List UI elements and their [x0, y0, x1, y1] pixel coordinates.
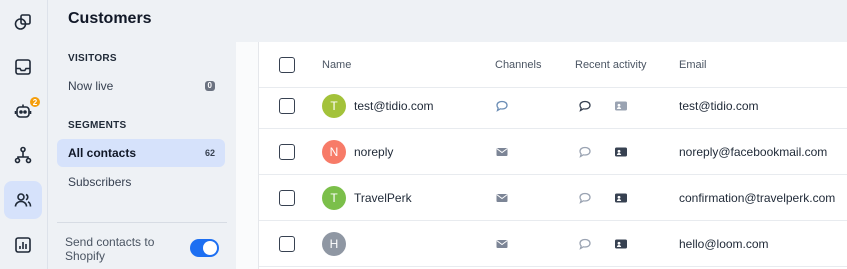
avatar: T — [322, 186, 346, 210]
flows-icon — [14, 146, 32, 164]
contact-name: TravelPerk — [354, 191, 412, 205]
notification-badge: 2 — [29, 96, 41, 108]
table-row[interactable]: T test@tidio.com test@tidio.com — [259, 83, 847, 129]
contact-email: confirmation@travelperk.com — [679, 191, 836, 205]
sidebar-item-now-live[interactable]: Now live 0 — [57, 72, 225, 100]
chat-icon — [579, 100, 591, 112]
visitors-section-label: VISITORS — [68, 53, 117, 64]
mail-icon — [496, 148, 508, 156]
page-title: Customers — [68, 10, 152, 27]
contact-email: test@tidio.com — [679, 99, 759, 113]
select-all-checkbox[interactable] — [279, 57, 295, 73]
rail-analytics-button[interactable] — [4, 226, 42, 264]
inbox-icon — [15, 59, 31, 75]
all-contacts-count: 62 — [204, 148, 215, 158]
row-checkbox[interactable] — [279, 144, 295, 160]
contacts-table: Name Channels Recent activity Email T te… — [258, 42, 847, 269]
icon-rail: 2 — [0, 0, 48, 269]
analytics-icon — [15, 237, 31, 253]
contact-card-icon — [615, 239, 627, 249]
sidebar-item-label: All contacts — [68, 146, 137, 160]
column-header-email[interactable]: Email — [679, 42, 707, 88]
table-row[interactable]: T TravelPerk confirmation@travelperk.com — [259, 175, 847, 221]
contact-card-icon — [615, 193, 627, 203]
sidebar-item-subscribers[interactable]: Subscribers — [57, 168, 225, 196]
segments-section-label: SEGMENTS — [68, 120, 127, 131]
chat-icon — [496, 100, 508, 112]
mail-icon — [496, 194, 508, 202]
column-header-channels[interactable]: Channels — [495, 42, 541, 88]
table-row[interactable]: N noreply noreply@facebookmail.com — [259, 129, 847, 175]
contact-email: hello@loom.com — [679, 237, 769, 251]
chat-icon — [579, 146, 591, 158]
mail-icon — [496, 240, 508, 248]
avatar: N — [322, 140, 346, 164]
now-live-count: 0 — [204, 81, 215, 91]
row-checkbox[interactable] — [279, 236, 295, 252]
row-checkbox[interactable] — [279, 98, 295, 114]
chat-icon — [579, 238, 591, 250]
table-row[interactable]: H hello@loom.com — [259, 221, 847, 267]
contact-email: noreply@facebookmail.com — [679, 145, 828, 159]
contact-card-icon — [615, 101, 627, 111]
sidebar-item-label: Now live — [68, 79, 114, 93]
sidebar: Customers VISITORS Now live 0 SEGMENTS A… — [49, 0, 236, 269]
rail-bot-button[interactable]: 2 — [4, 92, 42, 130]
rail-flows-button[interactable] — [4, 136, 42, 174]
column-header-name[interactable]: Name — [322, 42, 351, 88]
avatar: T — [322, 94, 346, 118]
shopify-sync-label: Send contacts to Shopify — [65, 235, 155, 263]
chat-icon — [579, 192, 591, 204]
sidebar-item-all-contacts[interactable]: All contacts 62 — [57, 139, 225, 167]
contacts-icon — [14, 193, 32, 207]
column-header-recent-activity[interactable]: Recent activity — [575, 42, 647, 88]
row-checkbox[interactable] — [279, 190, 295, 206]
shapes-icon — [14, 14, 31, 30]
rail-inbox-button[interactable] — [4, 48, 42, 86]
rail-shapes-button[interactable] — [4, 3, 42, 41]
sidebar-divider — [57, 222, 227, 223]
main-content: Name Channels Recent activity Email T te… — [236, 42, 847, 269]
table-header: Name Channels Recent activity Email — [259, 42, 847, 88]
contact-card-icon — [615, 147, 627, 157]
sidebar-item-label: Subscribers — [68, 175, 132, 189]
shopify-sync-toggle[interactable] — [190, 239, 219, 257]
contact-name: test@tidio.com — [354, 99, 434, 113]
contact-name: noreply — [354, 145, 394, 159]
avatar: H — [322, 232, 346, 256]
rail-contacts-button[interactable] — [4, 181, 42, 219]
